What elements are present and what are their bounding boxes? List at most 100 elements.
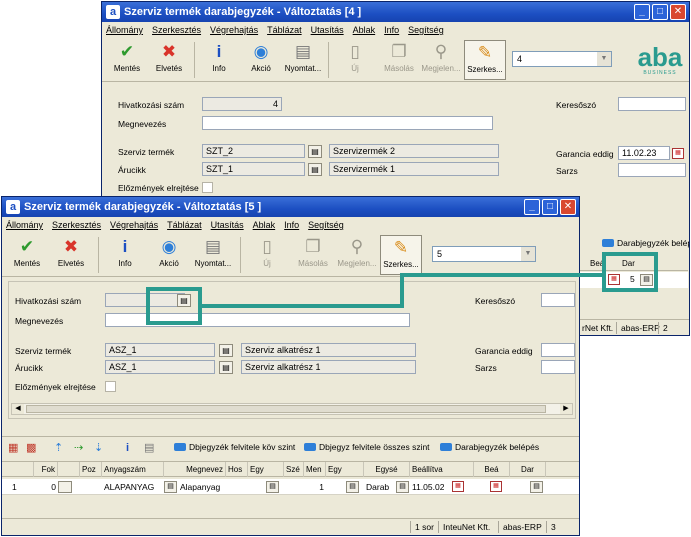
close-button[interactable]: ✕ [670,4,686,20]
elozmenyek-checkbox[interactable] [202,182,213,193]
select-icon[interactable]: ▤ [219,361,233,374]
grid-insert-icon[interactable]: ▦ [8,441,18,455]
move-right-icon[interactable]: ⇢ [74,441,83,455]
mentes-button[interactable]: ✔ Mentés [106,40,148,80]
szerkes-button[interactable]: ✎ Szerkes... [380,235,422,275]
col-egy-1[interactable]: Egy [248,462,284,477]
scroll-left-icon[interactable]: ◀ [12,404,24,414]
select-icon[interactable]: ▤ [308,163,322,176]
col-men[interactable]: Men [304,462,326,477]
cell-men[interactable]: 1 [312,480,324,494]
akcio-button[interactable]: ◉ Akció [240,40,282,80]
menu-utasitas[interactable]: Utasítás [311,22,344,38]
col-sze[interactable]: Szé [284,462,304,477]
elvetes-button[interactable]: ✖ Elvetés [148,40,190,80]
menu-ablak[interactable]: Ablak [353,22,376,38]
dbjegyz-felvitele-osszes-szint-button[interactable]: Dbjegyz felvitele összes szint [304,442,430,452]
megjelen-button[interactable]: ⚲ Megjelen... [336,235,378,275]
arucikk-code-field[interactable]: ASZ_1 [105,360,215,374]
uj-button[interactable]: ▯ Új [334,40,376,80]
front-title-bar[interactable]: a Szerviz termék darabjegyzék - Változta… [2,197,579,217]
kereso-field[interactable] [618,97,686,111]
menu-szerkesztes[interactable]: Szerkesztés [52,217,101,233]
cell-megnevez[interactable]: Alapanyag [180,480,220,494]
close-button[interactable]: ✕ [560,199,576,215]
back-title-bar[interactable]: a Szerviz termék darabjegyzék - Változta… [102,2,689,22]
menu-tablazat[interactable]: Táblázat [167,217,202,233]
info-icon[interactable]: i [126,441,129,455]
calendar-icon[interactable]: ▦ [490,481,502,492]
record-combo[interactable]: 5 ▼ [432,246,536,262]
kereso-field[interactable] [541,293,575,307]
maximize-button[interactable]: □ [652,4,668,20]
masolas-button[interactable]: ❐ Másolás [378,40,420,80]
printer-icon[interactable]: ▤ [144,441,154,455]
select-icon[interactable]: ▤ [266,481,279,493]
szerviz-termek-code-field[interactable]: ASZ_1 [105,343,215,357]
scroll-right-icon[interactable]: ▶ [560,404,572,414]
menu-tablazat[interactable]: Táblázat [267,22,302,38]
col-dar[interactable]: Dar [510,462,546,477]
szerkes-button[interactable]: ✎ Szerkes... [464,40,506,80]
menu-info[interactable]: Info [284,217,299,233]
grid-delete-icon[interactable]: ▩ [26,441,36,455]
akcio-button[interactable]: ◉ Akció [148,235,190,275]
col-egy-2[interactable]: Egy [326,462,364,477]
darabjegyzek-belepes-button[interactable]: Darabjegyzék belépés [602,238,689,248]
sarzs-field[interactable] [541,360,575,374]
col-megnevez[interactable]: Megnevez [164,462,226,477]
col-hos[interactable]: Hos [226,462,248,477]
select-icon[interactable]: ▤ [530,481,543,493]
select-icon[interactable]: ▤ [346,481,359,493]
calendar-icon[interactable]: ▦ [672,148,684,159]
megjelen-button[interactable]: ⚲ Megjelen... [420,40,462,80]
menu-segitseg[interactable]: Segítség [408,22,444,38]
menu-segitseg[interactable]: Segítség [308,217,344,233]
menu-vegrehajtas[interactable]: Végrehajtás [210,22,258,38]
form-horizontal-scrollbar[interactable]: ◀ ▶ [11,403,573,415]
scroll-thumb[interactable] [26,405,546,413]
cell-egyseg[interactable]: Darab [366,480,389,494]
elvetes-button[interactable]: ✖ Elvetés [50,235,92,275]
mentes-button[interactable]: ✔ Mentés [6,235,48,275]
select-icon[interactable]: ▤ [219,344,233,357]
masolas-button[interactable]: ❐ Másolás [292,235,334,275]
minimize-button[interactable]: _ [634,4,650,20]
record-combo[interactable]: 4 ▼ [512,51,612,67]
maximize-button[interactable]: □ [542,199,558,215]
select-icon[interactable]: ▤ [308,145,322,158]
megnevezes-field[interactable] [202,116,493,130]
elozmenyek-checkbox[interactable] [105,381,116,392]
hivatkozasi-szam-field[interactable]: 4 [202,97,282,111]
move-up-icon[interactable]: ⇡ [54,441,63,455]
garancia-field[interactable] [541,343,575,357]
menu-info[interactable]: Info [384,22,399,38]
info-button[interactable]: i Info [198,40,240,80]
menu-vegrehajtas[interactable]: Végrehajtás [110,217,158,233]
menu-ablak[interactable]: Ablak [253,217,276,233]
menu-allomany[interactable]: Állomány [106,22,143,38]
col-egyseg[interactable]: Egysé [364,462,410,477]
col-poz[interactable]: Poz [80,462,102,477]
garancia-field[interactable]: 11.02.23 [618,146,670,160]
col-anyagszam[interactable]: Anyagszám [102,462,164,477]
move-down-icon[interactable]: ⇣ [94,441,103,455]
col-bea[interactable]: Beá [474,462,510,477]
col-fok[interactable]: Fok [34,462,58,477]
minimize-button[interactable]: _ [524,199,540,215]
select-icon[interactable]: ▤ [396,481,409,493]
select-icon[interactable]: ▤ [164,481,177,493]
info-button[interactable]: i Info [104,235,146,275]
dbjegyzek-felvitele-kov-szint-button[interactable]: Dbjegyzék felvitele köv szint [174,442,295,452]
nyomtat-button[interactable]: ▤ Nyomtat... [282,40,324,80]
col-beallitva[interactable]: Beállítva [410,462,474,477]
cell-fok[interactable]: 0 [42,480,56,494]
cell-button[interactable] [58,481,72,493]
sarzs-field[interactable] [618,163,686,177]
menu-szerkesztes[interactable]: Szerkesztés [152,22,201,38]
szerviz-termek-code-field[interactable]: SZT_2 [202,144,305,158]
table-row[interactable]: 1 0 ALAPANYAG ▤ Alapanyag ▤ 1 ▤ Darab ▤ … [2,479,579,495]
darabjegyzek-belepes-button[interactable]: Darabjegyzék belépés [440,442,539,452]
nyomtat-button[interactable]: ▤ Nyomtat... [192,235,234,275]
uj-button[interactable]: ▯ Új [246,235,288,275]
